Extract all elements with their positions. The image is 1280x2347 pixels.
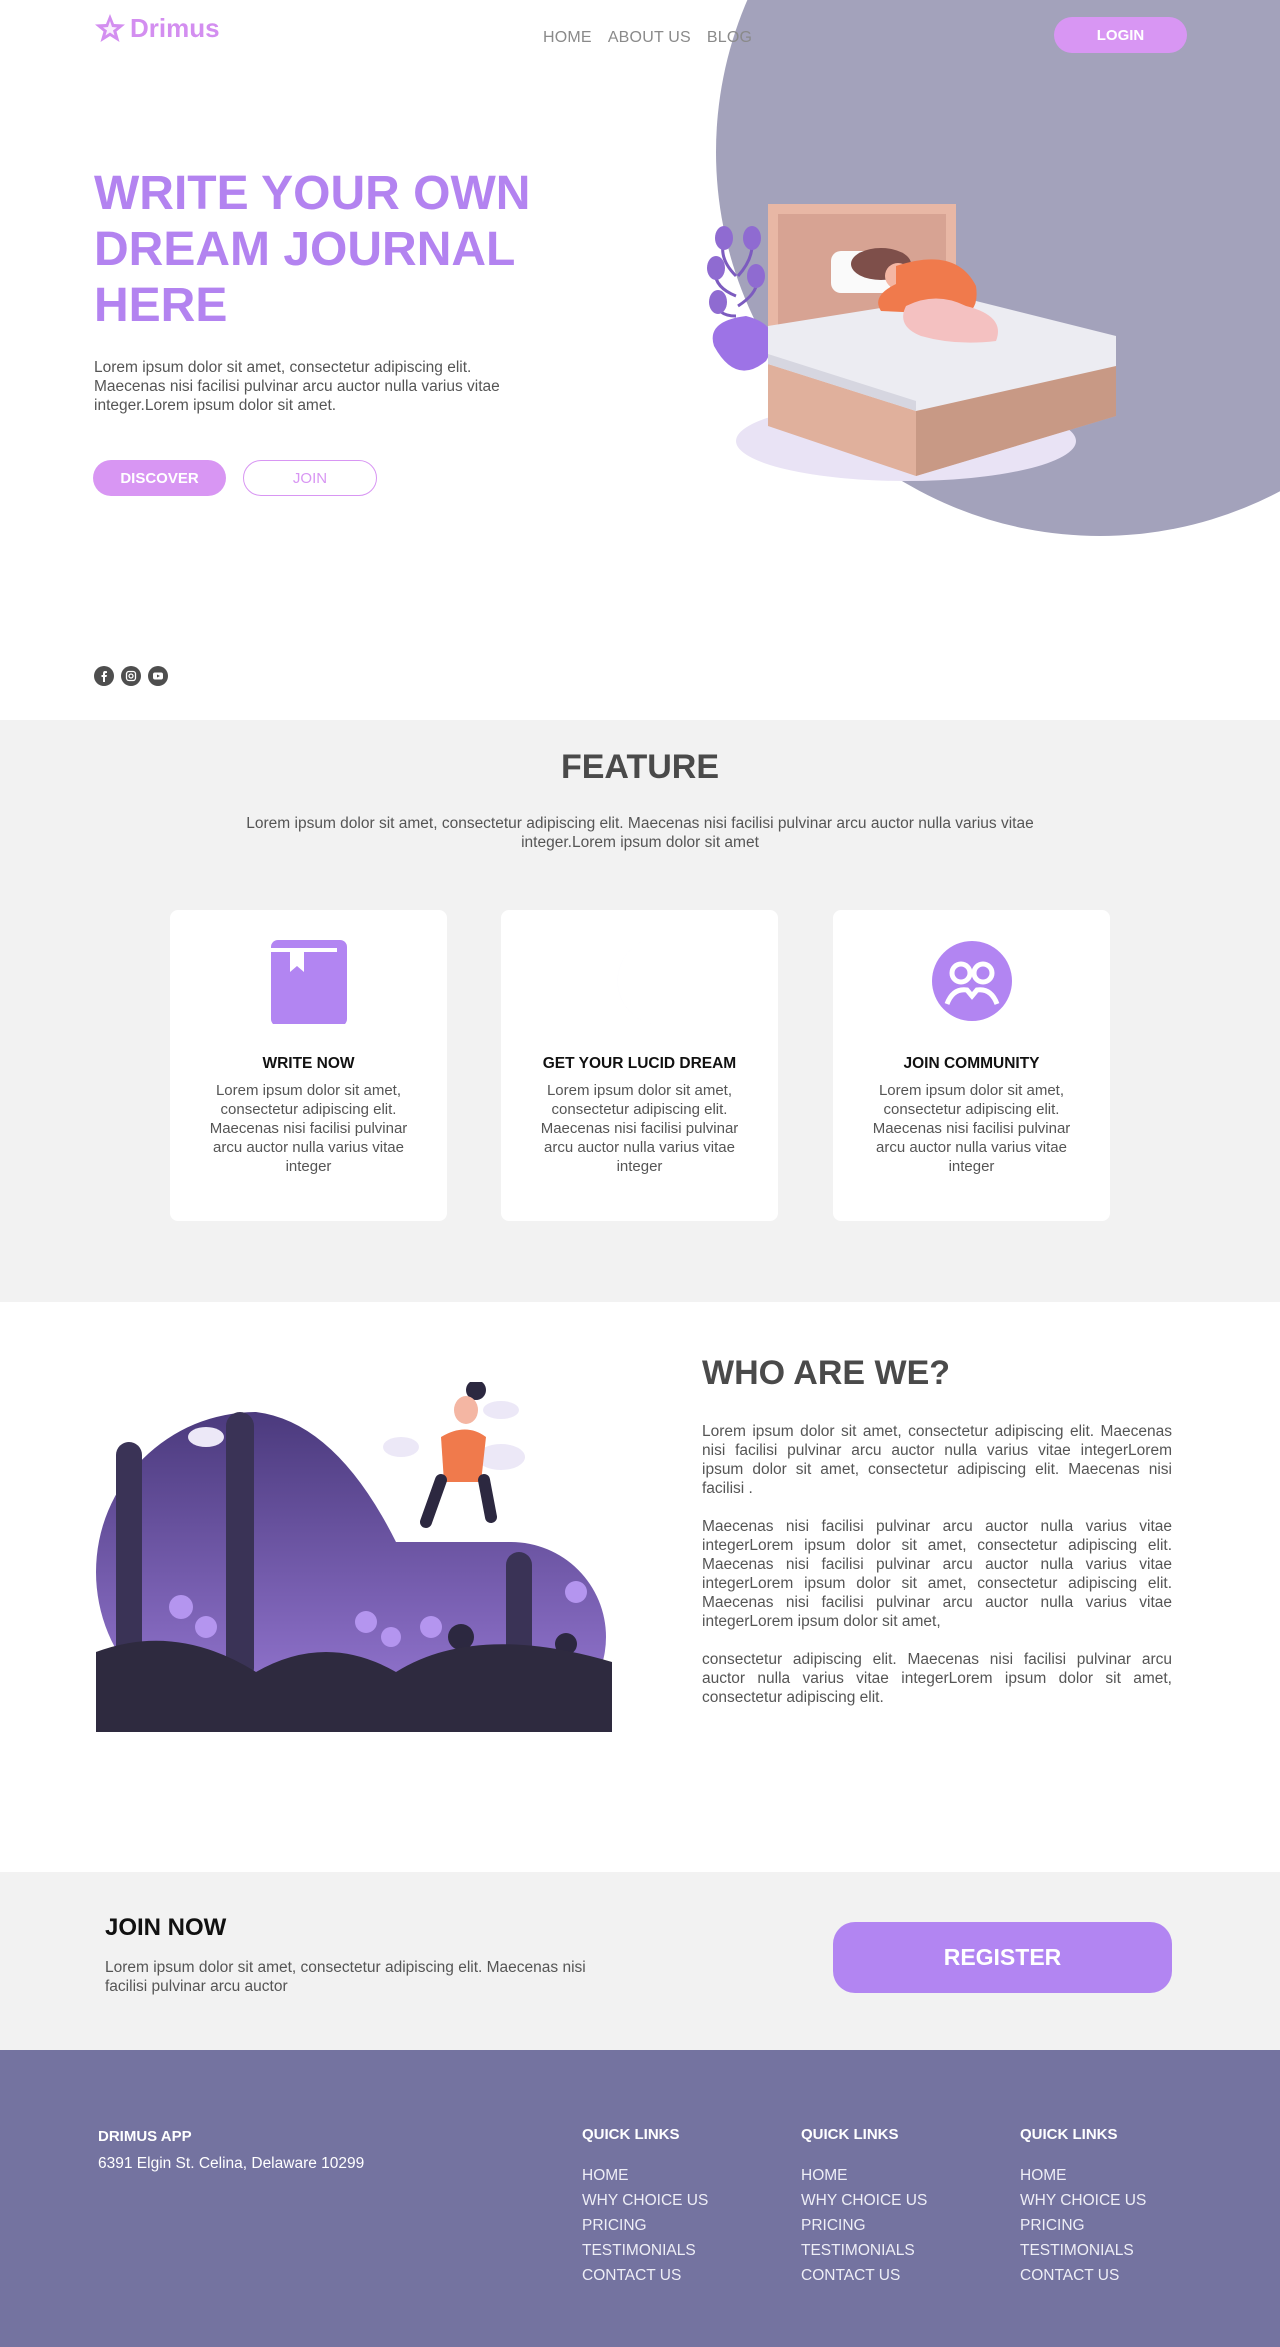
brand-logo[interactable]: Drimus xyxy=(94,12,220,44)
footer: DRIMUS APP 6391 Elgin St. Celina, Delawa… xyxy=(0,2050,1280,2347)
hero-title: WRITE YOUR OWN DREAM JOURNAL HERE xyxy=(94,167,531,332)
footer-link-home[interactable]: HOME xyxy=(801,2163,927,2188)
card-description: Lorem ipsum dolor sit amet, consectetur … xyxy=(540,1082,739,1175)
card-description: Lorem ipsum dolor sit amet, consectetur … xyxy=(209,1082,408,1175)
feature-card-join-community[interactable]: JOIN COMMUNITY Lorem ipsum dolor sit ame… xyxy=(833,910,1110,1221)
footer-address: 6391 Elgin St. Celina, Delaware 10299 xyxy=(98,2155,365,2172)
page: Drimus HOME ABOUT US BLOG LOGIN WRITE YO… xyxy=(0,0,1280,2347)
card-title: GET YOUR LUCID DREAM xyxy=(542,1055,737,1072)
who-title: WHO ARE WE? xyxy=(702,1354,951,1392)
card-title: JOIN COMMUNITY xyxy=(903,1055,1040,1072)
footer-link-testimonials[interactable]: TESTIMONIALS xyxy=(801,2238,927,2263)
join-description: Lorem ipsum dolor sit amet, consectetur … xyxy=(105,1959,586,1995)
join-title: JOIN NOW xyxy=(105,1914,227,1941)
footer-column-2: QUICK LINKS HOME WHY CHOICE US PRICING T… xyxy=(801,2126,927,2288)
footer-link-home[interactable]: HOME xyxy=(582,2163,708,2188)
footer-column-title: QUICK LINKS xyxy=(1020,2126,1118,2143)
who-paragraph-1: Lorem ipsum dolor sit amet, consectetur … xyxy=(702,1423,1172,1497)
instagram-icon[interactable] xyxy=(121,666,141,686)
footer-link-why-choice-us[interactable]: WHY CHOICE US xyxy=(801,2188,927,2213)
feature-section: FEATURE Lorem ipsum dolor sit amet, cons… xyxy=(0,720,1280,1302)
footer-link-testimonials[interactable]: TESTIMONIALS xyxy=(582,2238,708,2263)
register-button[interactable]: REGISTER xyxy=(833,1922,1172,1993)
card-description: Lorem ipsum dolor sit amet, consectetur … xyxy=(872,1082,1071,1175)
nav-home[interactable]: HOME xyxy=(543,29,592,47)
feature-title: FEATURE xyxy=(560,748,720,786)
facebook-icon[interactable] xyxy=(94,666,114,686)
feature-card-write-now[interactable]: WRITE NOW Lorem ipsum dolor sit amet, co… xyxy=(170,910,447,1221)
card-title: WRITE NOW xyxy=(262,1055,355,1072)
nav-about-us[interactable]: ABOUT US xyxy=(608,29,691,47)
who-paragraph-3: consectetur adipiscing elit. Maecenas ni… xyxy=(702,1651,1172,1706)
footer-link-contact-us[interactable]: CONTACT US xyxy=(801,2263,927,2288)
hero-section: Drimus HOME ABOUT US BLOG LOGIN WRITE YO… xyxy=(0,0,1280,720)
discover-button[interactable]: DISCOVER xyxy=(93,460,226,496)
footer-link-pricing[interactable]: PRICING xyxy=(801,2213,927,2238)
main-nav: HOME ABOUT US BLOG xyxy=(543,29,752,47)
feature-description: Lorem ipsum dolor sit amet, consectetur … xyxy=(246,815,1034,851)
moon-icon xyxy=(597,938,683,1024)
community-icon xyxy=(929,938,1015,1024)
footer-link-why-choice-us[interactable]: WHY CHOICE US xyxy=(1020,2188,1146,2213)
hero-description: Lorem ipsum dolor sit amet, consectetur … xyxy=(94,359,500,414)
footer-brand: DRIMUS APP xyxy=(98,2128,192,2145)
who-are-we-section: WHO ARE WE? Lorem ipsum dolor sit amet, … xyxy=(0,1302,1280,1872)
footer-link-why-choice-us[interactable]: WHY CHOICE US xyxy=(582,2188,708,2213)
footer-link-pricing[interactable]: PRICING xyxy=(582,2213,708,2238)
footer-link-home[interactable]: HOME xyxy=(1020,2163,1146,2188)
footer-link-contact-us[interactable]: CONTACT US xyxy=(582,2263,708,2288)
footer-column-1: QUICK LINKS HOME WHY CHOICE US PRICING T… xyxy=(582,2126,708,2288)
who-paragraph-2: Maecenas nisi facilisi pulvinar arcu auc… xyxy=(702,1518,1172,1630)
book-icon xyxy=(266,938,352,1024)
social-links xyxy=(94,666,168,686)
footer-column-title: QUICK LINKS xyxy=(582,2126,680,2143)
footer-link-contact-us[interactable]: CONTACT US xyxy=(1020,2263,1146,2288)
sleeping-woman-illustration xyxy=(707,204,1116,481)
join-now-section: JOIN NOW Lorem ipsum dolor sit amet, con… xyxy=(0,1872,1280,2050)
nav-blog[interactable]: BLOG xyxy=(707,29,752,47)
footer-column-title: QUICK LINKS xyxy=(801,2126,899,2143)
login-button[interactable]: LOGIN xyxy=(1054,17,1187,53)
star-icon xyxy=(95,14,125,42)
join-button[interactable]: JOIN xyxy=(243,460,377,496)
night-forest-illustration xyxy=(96,1382,612,1732)
footer-column-3: QUICK LINKS HOME WHY CHOICE US PRICING T… xyxy=(1020,2126,1146,2288)
feature-card-lucid-dream[interactable]: GET YOUR LUCID DREAM Lorem ipsum dolor s… xyxy=(501,910,778,1221)
footer-link-pricing[interactable]: PRICING xyxy=(1020,2213,1146,2238)
brand-name: Drimus xyxy=(130,12,220,43)
footer-link-testimonials[interactable]: TESTIMONIALS xyxy=(1020,2238,1146,2263)
youtube-icon[interactable] xyxy=(148,666,168,686)
